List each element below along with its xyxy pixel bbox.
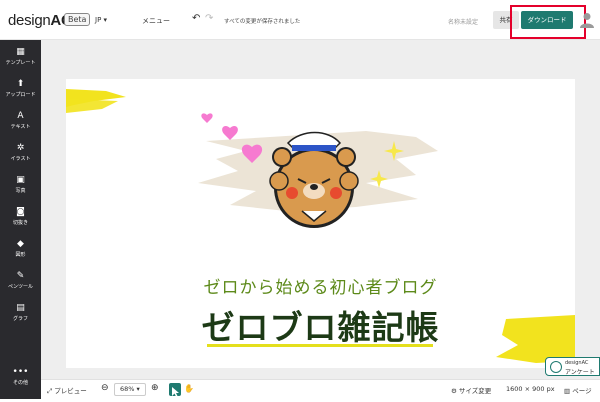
zoom-select[interactable]: 68% ▾ — [114, 383, 146, 396]
pages-icon: ▥ — [564, 387, 573, 395]
user-avatar-icon[interactable] — [580, 12, 594, 28]
more-icon: ••• — [12, 367, 29, 377]
size-change-button[interactable]: ⚙ サイズ変更 — [451, 385, 491, 395]
highlight-box — [510, 5, 586, 39]
shape-icon: ◆ — [17, 239, 24, 249]
design-artboard[interactable]: ゼロから始める初心者ブログ ゼロブロ雑記帳 — [66, 79, 575, 368]
pages-button[interactable]: ▥ ページ — [564, 385, 592, 395]
upload-icon: ⬆ — [16, 79, 25, 89]
gear-icon: ⚙ — [451, 387, 459, 395]
bottom-toolbar: ⤢ プレビュー ⊖ 68% ▾ ⊕ ✋ ⚙ サイズ変更 1600 × 900 p… — [41, 379, 600, 399]
pen-tool-icon: ✎ — [16, 271, 25, 281]
menu-button[interactable]: メニュー — [142, 16, 170, 26]
cutout-icon: ◙ — [16, 207, 25, 217]
title-underline[interactable] — [207, 344, 433, 347]
cursor-icon — [172, 387, 179, 397]
sidebar-item-more[interactable]: ••• その他 — [0, 362, 41, 396]
design-title[interactable]: ゼロブロ雑記帳 — [66, 301, 575, 349]
zoom-out-icon[interactable]: ⊖ — [101, 383, 109, 393]
hand-tool-icon[interactable]: ✋ — [184, 384, 194, 393]
beta-badge: Beta — [64, 13, 91, 26]
sidebar-item-photo[interactable]: ▣ 写真 — [0, 170, 41, 204]
sidebar-item-pen-tool[interactable]: ✎ ペンツール — [0, 266, 41, 300]
sidebar-item-graph[interactable]: ▤ グラフ — [0, 298, 41, 332]
sidebar: ▦ テンプレート ⬆ アップロード A テキスト ✲ イラスト ▣ 写真 ◙ 切… — [0, 40, 41, 399]
text-icon: A — [17, 111, 24, 121]
survey-icon — [550, 361, 562, 373]
illustration-icon: ✲ — [16, 143, 25, 153]
canvas-dimensions: 1600 × 900 px — [506, 385, 555, 393]
heart-icon-medium — [222, 125, 238, 140]
sidebar-item-illustration[interactable]: ✲ イラスト — [0, 138, 41, 172]
undo-icon[interactable]: ↶ — [192, 13, 200, 24]
sidebar-item-shape[interactable]: ◆ 図形 — [0, 234, 41, 268]
sidebar-item-upload[interactable]: ⬆ アップロード — [0, 74, 41, 108]
graph-icon: ▤ — [16, 303, 25, 313]
yellow-brush-top-left — [66, 89, 126, 113]
survey-widget[interactable]: designAC アンケート — [545, 357, 600, 376]
zoom-in-icon[interactable]: ⊕ — [151, 383, 159, 393]
pointer-tool-button[interactable] — [169, 383, 181, 397]
photo-icon: ▣ — [16, 175, 25, 185]
document-title[interactable]: 名称未設定 — [448, 17, 478, 26]
sidebar-item-template[interactable]: ▦ テンプレート — [0, 42, 41, 76]
top-bar: designAC Beta JP ▾ メニュー ↶ ↷ すべての変更が保存されま… — [0, 0, 600, 40]
redo-icon[interactable]: ↷ — [205, 13, 213, 24]
sidebar-item-cutout[interactable]: ◙ 切抜き — [0, 202, 41, 236]
sidebar-item-text[interactable]: A テキスト — [0, 106, 41, 140]
heart-icon-small — [201, 113, 213, 123]
save-status: すべての変更が保存されました — [224, 19, 301, 25]
design-subtitle[interactable]: ゼロから始める初心者ブログ — [66, 273, 575, 298]
preview-button[interactable]: ⤢ プレビュー — [47, 385, 87, 396]
template-icon: ▦ — [16, 47, 25, 57]
app-logo[interactable]: designAC — [8, 12, 72, 29]
language-selector[interactable]: JP ▾ — [95, 16, 107, 24]
